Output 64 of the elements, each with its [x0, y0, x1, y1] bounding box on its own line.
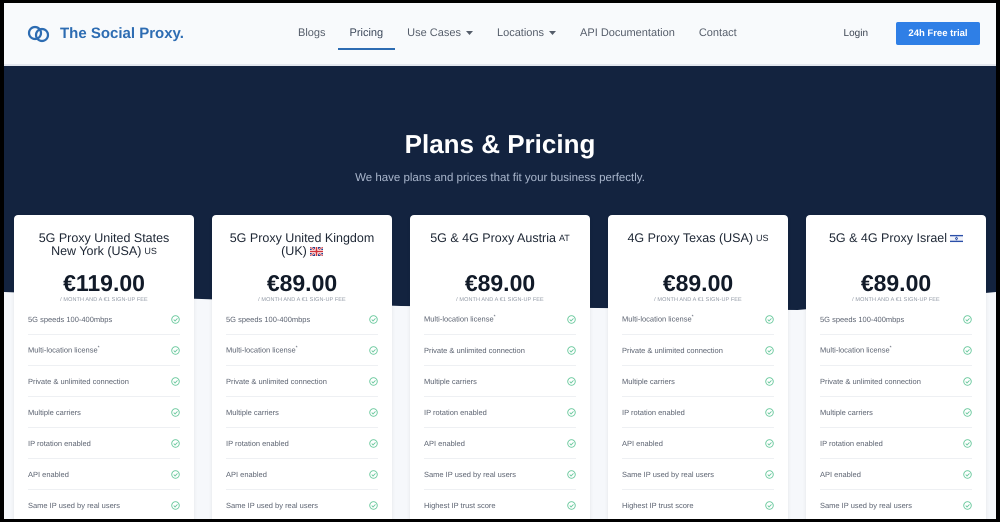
check-icon	[369, 500, 378, 510]
page-title: Plans & Pricing	[404, 129, 596, 160]
check-icon	[567, 438, 576, 448]
plan-title: 5G & 4G Proxy Austria	[430, 232, 556, 245]
check-icon	[369, 470, 378, 478]
israel-flag-icon	[950, 234, 964, 243]
plan-price: €89.00	[464, 271, 536, 295]
uk-flag-icon	[310, 247, 323, 256]
nav-link[interactable]: Locations	[484, 16, 568, 50]
check-icon	[369, 346, 378, 354]
nav-link[interactable]: API Documentation	[568, 16, 687, 50]
plan-price: €119.00	[63, 271, 145, 295]
plan-title: 5G Proxy United Kingdom	[230, 232, 374, 245]
check-icon	[567, 408, 576, 416]
nav-link[interactable]: Pricing	[338, 16, 396, 50]
check-icon	[765, 376, 774, 386]
check-icon	[765, 408, 774, 416]
check-icon	[171, 408, 180, 416]
check-icon	[963, 314, 972, 324]
check-icon	[567, 500, 576, 510]
plan-title: 5G Proxy United States	[38, 232, 170, 245]
check-icon	[963, 346, 972, 354]
check-icon	[765, 438, 774, 448]
check-icon	[171, 314, 180, 324]
check-icon	[765, 500, 774, 510]
page-subtitle: We have plans and prices that fit your business perfectly.	[355, 172, 645, 184]
plan-price: €89.00	[266, 271, 338, 295]
check-icon	[171, 470, 180, 478]
check-icon	[369, 314, 378, 324]
plan-title: New York (USA)	[51, 245, 142, 258]
login-link[interactable]: Login	[844, 28, 868, 39]
plan-price: €89.00	[662, 271, 734, 295]
plan-title: 5G & 4G Proxy Israel	[828, 232, 948, 245]
check-icon	[171, 376, 180, 386]
check-icon	[567, 346, 576, 354]
check-icon	[963, 500, 972, 510]
check-icon	[369, 408, 378, 416]
nav-link[interactable]: Contact	[686, 16, 749, 50]
country-code: US	[144, 245, 157, 258]
check-icon	[171, 438, 180, 448]
plan-price: €89.00	[860, 271, 932, 295]
check-icon	[369, 438, 378, 448]
check-icon	[765, 314, 774, 324]
check-icon	[963, 408, 972, 416]
check-icon	[963, 438, 972, 448]
check-icon	[567, 314, 576, 324]
brand-name[interactable]: The Social Proxy.	[60, 25, 184, 42]
check-icon	[567, 470, 576, 478]
check-icon	[963, 470, 972, 478]
check-icon	[765, 346, 774, 354]
logo-icon	[27, 24, 50, 42]
country-code: AT	[558, 232, 570, 245]
check-icon	[171, 346, 180, 354]
check-icon	[765, 470, 774, 478]
nav-link[interactable]: Blogs	[286, 16, 338, 50]
plan-title: 4G Proxy Texas (USA)	[627, 232, 753, 245]
check-icon	[369, 376, 378, 386]
nav-link[interactable]: Use Cases	[395, 16, 485, 50]
check-icon	[963, 376, 972, 386]
check-icon	[171, 500, 180, 510]
check-icon	[567, 376, 576, 386]
free-trial-button[interactable]: 24h Free trial	[896, 22, 980, 45]
plan-title: (UK)	[281, 245, 307, 258]
country-code: US	[756, 232, 769, 245]
